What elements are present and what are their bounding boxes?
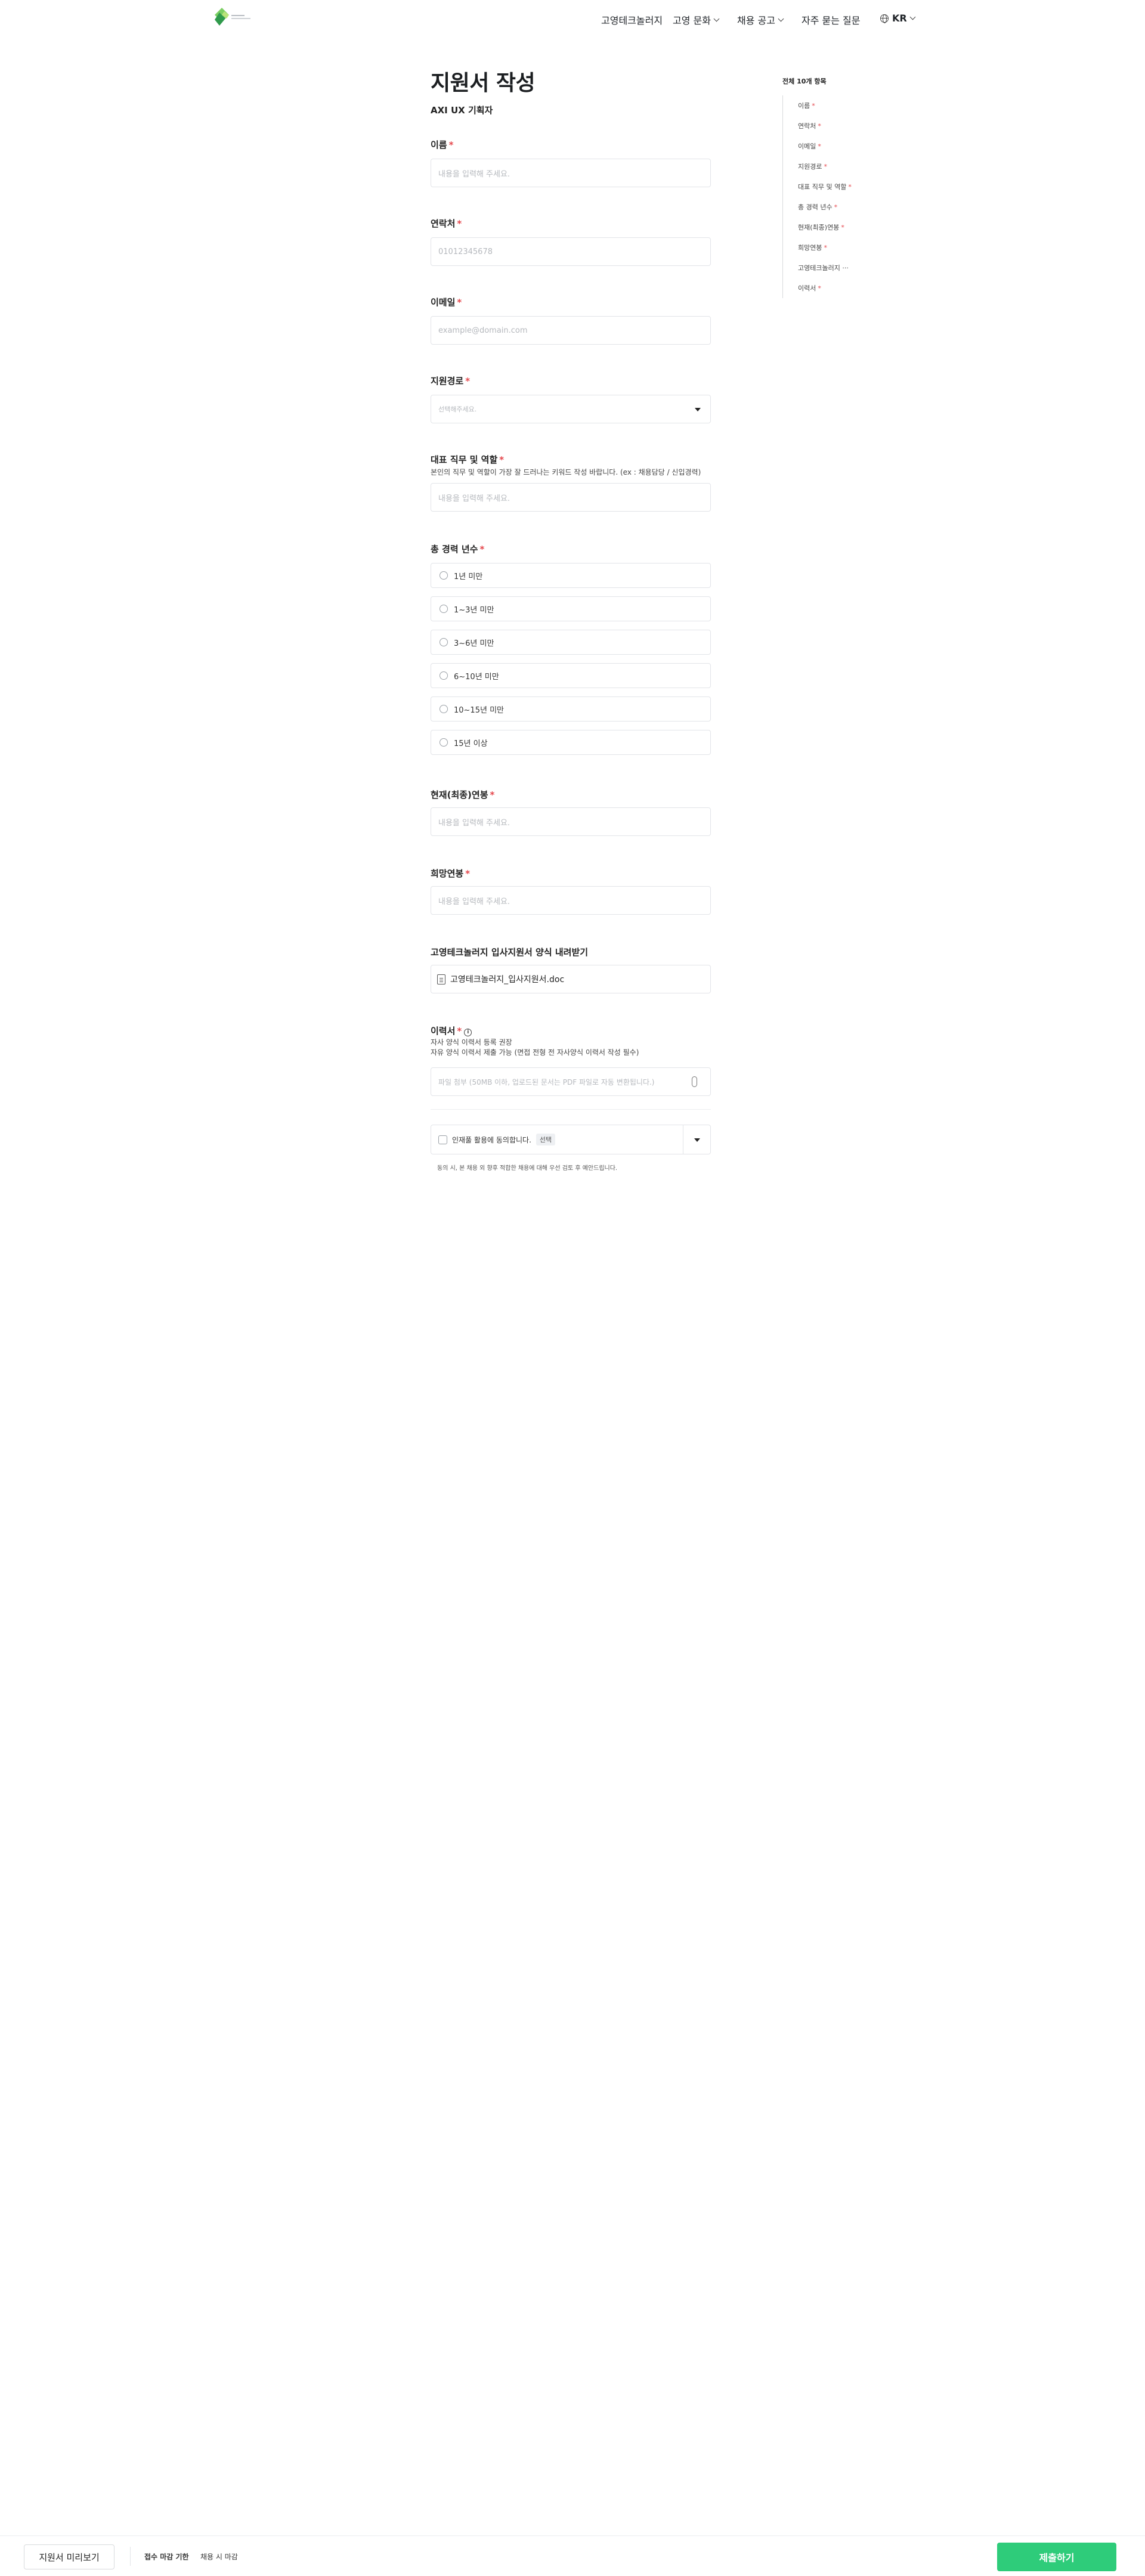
consent-label: 인재풀 활용에 동의합니다. <box>452 1135 531 1144</box>
nav-label: 고영테크놀러지 <box>601 15 663 26</box>
placeholder: example@domain.com <box>438 326 528 335</box>
name-label: 이름 * <box>431 140 454 150</box>
desired-salary-label: 희망연봉 * <box>431 868 471 879</box>
placeholder: 내용을 입력해 주세요. <box>438 494 510 503</box>
download-label: 고영테크놀러지 입사지원서 양식 내려받기 <box>431 947 589 958</box>
talent-pool-consent[interactable]: 인재풀 활용에 동의합니다. 선택 <box>431 1125 711 1154</box>
career-label: 총 경력 년수 * <box>431 544 485 555</box>
toc-item[interactable]: 이메일 * <box>798 141 821 151</box>
nav-label: 자주 묻는 질문 <box>802 15 861 26</box>
optional-badge: 선택 <box>536 1134 556 1145</box>
name-input[interactable]: 내용을 입력해 주세요. <box>431 159 711 187</box>
source-select[interactable]: 선택해주세요. <box>431 395 711 423</box>
resume-help: 자사 양식 이력서 등록 권장 자유 양식 이력서 제출 가능 (면접 전형 전 … <box>431 1038 639 1057</box>
job-title: AXI UX 기획자 <box>431 105 493 116</box>
desired-salary-input[interactable]: 내용을 입력해 주세요. <box>431 886 711 915</box>
nav-label: 채용 공고 <box>737 15 775 26</box>
expand-toggle[interactable] <box>683 1125 710 1154</box>
toc-item[interactable]: 희망연봉 * <box>798 243 827 252</box>
email-label: 이메일 * <box>431 297 462 308</box>
toc-item[interactable]: 고영테크놀러지 ··· <box>798 263 849 273</box>
page-title: 지원서 작성 <box>431 71 536 95</box>
preview-button[interactable]: 지원서 미리보기 <box>24 2544 114 2569</box>
resume-label: 이력서 * i <box>431 1024 472 1037</box>
source-label: 지원경로 * <box>431 376 471 386</box>
toc-item[interactable]: 이력서 * <box>798 283 821 293</box>
consent-note: 동의 시, 본 채용 외 향후 적합한 채용에 대해 우선 검토 후 예안드립니… <box>437 1165 618 1172</box>
placeholder: 내용을 입력해 주세요. <box>438 897 510 906</box>
resume-upload[interactable]: 파일 첨부 (50MB 이하, 업로드된 문서는 PDF 파일로 자동 변환됩니… <box>431 1067 711 1096</box>
radio-icon <box>440 705 448 713</box>
career-option[interactable]: 15년 이상 <box>431 730 711 755</box>
toc-item[interactable]: 대표 직무 및 역할 * <box>798 182 852 191</box>
toc-item[interactable]: 이름 * <box>798 101 815 110</box>
radio-icon <box>440 638 448 646</box>
nav-culture[interactable]: 고영 문화 <box>673 13 720 27</box>
current-salary-input[interactable]: 내용을 입력해 주세요. <box>431 807 711 836</box>
checkbox[interactable] <box>438 1135 447 1144</box>
info-icon[interactable]: i <box>464 1029 472 1036</box>
deadline-value: 채용 시 마감 <box>200 2553 238 2561</box>
career-option[interactable]: 1년 미만 <box>431 563 711 588</box>
chevron-down-icon <box>909 14 916 20</box>
download-file-link[interactable]: 고영테크놀러지_입사지원서.doc <box>431 965 711 993</box>
placeholder: 내용을 입력해 주세요. <box>438 169 510 179</box>
placeholder: 선택해주세요. <box>438 405 477 413</box>
email-input[interactable]: example@domain.com <box>431 316 711 345</box>
radio-icon <box>440 738 448 747</box>
current-salary-label: 현재(최종)연봉 * <box>431 789 495 800</box>
phone-label: 연락처 * <box>431 218 462 229</box>
toc-item[interactable]: 현재(최종)연봉 * <box>798 222 844 232</box>
deadline-label: 접수 마감 기한 <box>144 2553 189 2561</box>
koh-young-logo[interactable] <box>213 5 264 29</box>
placeholder: 파일 첨부 (50MB 이하, 업로드된 문서는 PDF 파일로 자동 변환됩니… <box>438 1078 655 1086</box>
caret-down-icon <box>695 408 701 411</box>
placeholder: 01012345678 <box>438 247 493 256</box>
role-input[interactable]: 내용을 입력해 주세요. <box>431 483 711 512</box>
career-option[interactable]: 3~6년 미만 <box>431 630 711 655</box>
nav-label: 고영 문화 <box>673 15 711 26</box>
site-header: 고영테크놀러지 고영 문화 채용 공고 자주 묻는 질문 KR <box>0 0 1145 36</box>
application-form-header: 지원서 작성 AXI UX 기획자 <box>431 66 711 116</box>
document-icon <box>437 974 445 984</box>
toc-item[interactable]: 지원경로 * <box>798 162 827 171</box>
radio-icon <box>440 605 448 613</box>
chevron-down-icon <box>778 16 784 21</box>
career-option[interactable]: 1~3년 미만 <box>431 596 711 621</box>
submit-button[interactable]: 제출하기 <box>997 2543 1116 2571</box>
radio-icon <box>440 671 448 680</box>
file-name: 고영테크놀러지_입사지원서.doc <box>450 975 565 984</box>
nav-jobs[interactable]: 채용 공고 <box>737 13 784 27</box>
radio-icon <box>440 571 448 580</box>
globe-icon <box>880 14 889 23</box>
toc-item[interactable]: 연락처 * <box>798 121 821 131</box>
toc-item[interactable]: 총 경력 년수 * <box>798 202 837 212</box>
nav-company[interactable]: 고영테크놀러지 <box>601 13 663 27</box>
divider <box>431 1109 711 1110</box>
form-toc: 이름 * 연락처 * 이메일 * 지원경로 * 대표 직무 및 역할 * 총 경력 년수 *… <box>782 95 866 298</box>
nav-faq[interactable]: 자주 묻는 질문 <box>802 13 861 27</box>
career-option[interactable]: 10~15년 미만 <box>431 696 711 722</box>
bottom-action-bar: 지원서 미리보기 접수 마감 기한 채용 시 마감 제출하기 <box>0 2535 1145 2576</box>
language-selector[interactable]: KR <box>880 13 916 24</box>
role-help: 본인의 직무 및 역할이 가장 잘 드러나는 키워드 작성 바랍니다. (ex … <box>431 468 701 476</box>
placeholder: 내용을 입력해 주세요. <box>438 818 510 828</box>
chevron-down-icon <box>713 16 720 21</box>
phone-input[interactable]: 01012345678 <box>431 237 711 266</box>
language-label: KR <box>892 13 907 24</box>
paperclip-icon <box>692 1076 697 1087</box>
career-option[interactable]: 6~10년 미만 <box>431 663 711 688</box>
toc-title: 전체 10개 항목 <box>782 78 827 85</box>
role-label: 대표 직무 및 역할 * <box>431 454 505 465</box>
divider <box>130 2547 131 2566</box>
